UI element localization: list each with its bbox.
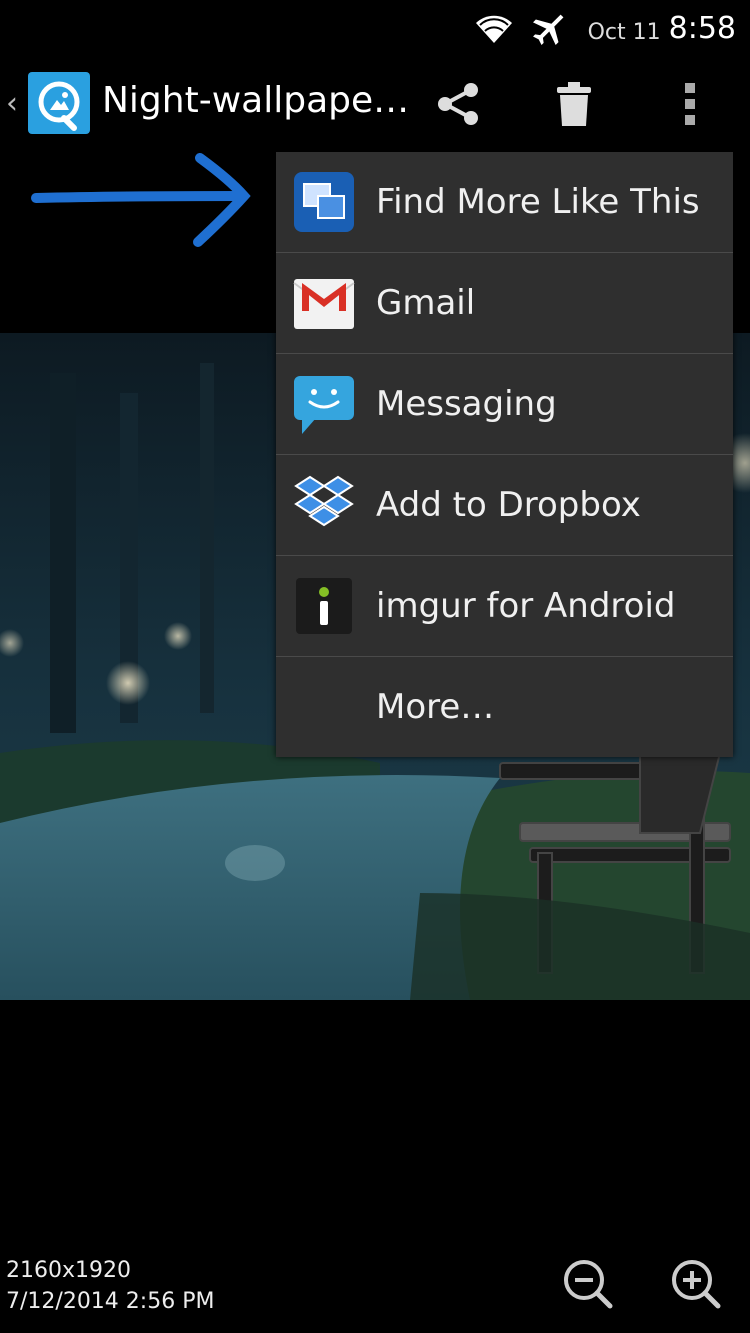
share-icon	[438, 83, 478, 125]
gmail-icon	[293, 279, 355, 329]
messaging-icon	[294, 376, 354, 434]
arrow-annotation	[31, 153, 251, 247]
dropbox-icon	[294, 475, 354, 527]
wifi-icon	[475, 15, 512, 44]
overflow-menu-icon	[685, 83, 695, 125]
menu-item-label: Add to Dropbox	[376, 485, 641, 525]
status-icons: Oct 11 8:58	[474, 8, 736, 48]
app-icon[interactable]	[28, 72, 90, 134]
status-time: 8:58	[668, 10, 736, 46]
imgur-icon	[296, 578, 352, 634]
action-bar: ‹ Night-wallpape…	[0, 62, 750, 146]
menu-item-label: Find More Like This	[376, 182, 700, 222]
menu-item-messaging[interactable]: Messaging	[276, 354, 733, 455]
image-resolution: 2160x1920	[6, 1258, 131, 1283]
share-menu: Find More Like This Gmail Messaging Add …	[276, 152, 733, 757]
status-bar: Oct 11 8:58	[0, 0, 750, 56]
trash-icon	[557, 82, 591, 126]
menu-item-dropbox[interactable]: Add to Dropbox	[276, 455, 733, 556]
menu-item-imgur[interactable]: imgur for Android	[276, 556, 733, 657]
overflow-menu-button[interactable]	[658, 72, 722, 136]
zoom-out-icon	[564, 1260, 613, 1309]
menu-item-more[interactable]: More…	[276, 657, 733, 757]
image-title: Night-wallpape…	[102, 80, 410, 121]
menu-item-find-more[interactable]: Find More Like This	[276, 152, 733, 253]
share-button[interactable]	[426, 72, 490, 136]
image-date: 7/12/2014 2:56 PM	[6, 1289, 215, 1314]
status-date: Oct 11	[587, 19, 661, 45]
menu-item-label: Messaging	[376, 384, 557, 424]
airplane-icon	[532, 14, 564, 45]
menu-item-label: More…	[376, 687, 495, 727]
zoom-in-icon	[672, 1260, 721, 1309]
zoom-in-button[interactable]	[668, 1256, 724, 1312]
delete-button[interactable]	[542, 72, 606, 136]
back-caret-icon[interactable]: ‹	[6, 86, 18, 121]
image-info: 2160x1920 7/12/2014 2:56 PM	[6, 1255, 214, 1317]
menu-item-label: imgur for Android	[376, 586, 676, 626]
find-similar-icon	[294, 172, 354, 232]
menu-item-label: Gmail	[376, 283, 476, 323]
zoom-out-button[interactable]	[560, 1256, 616, 1312]
menu-item-gmail[interactable]: Gmail	[276, 253, 733, 354]
